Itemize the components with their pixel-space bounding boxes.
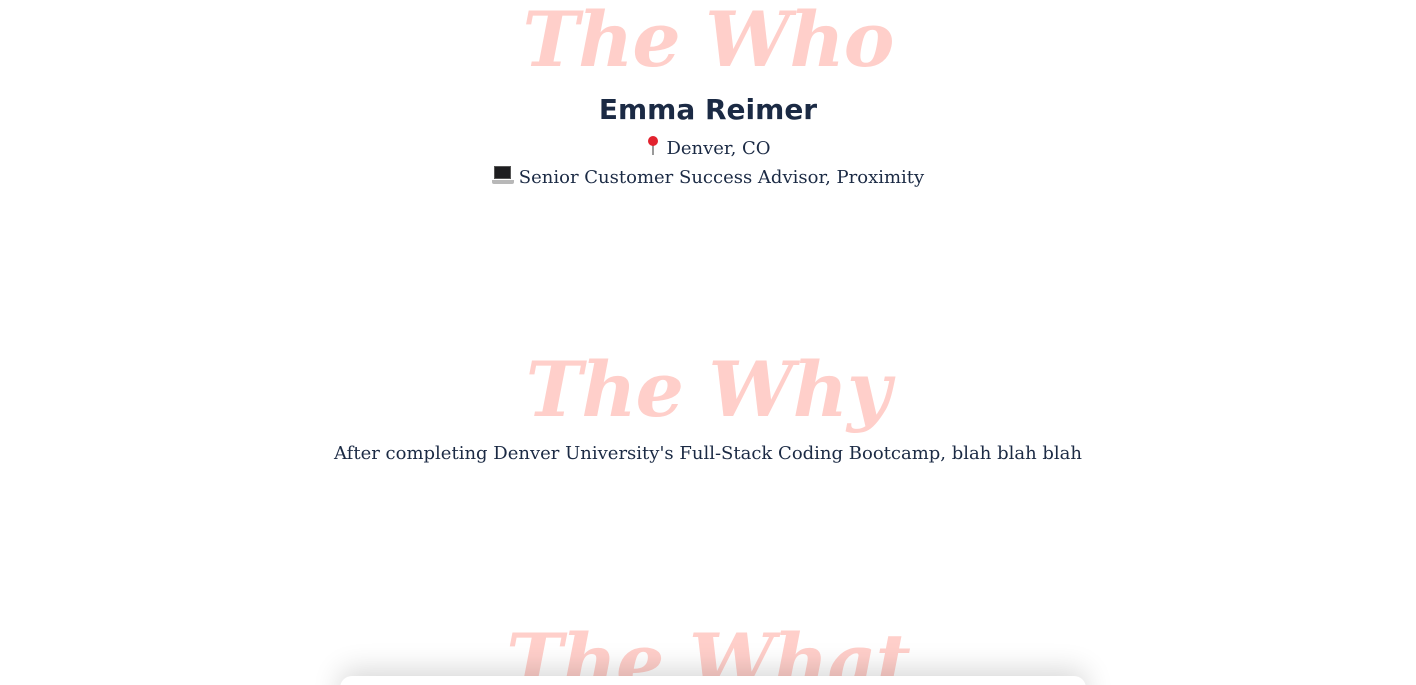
why-paragraph: After completing Denver University's Ful… <box>333 443 1083 464</box>
laptop-icon <box>491 165 514 185</box>
what-content-card <box>340 676 1086 685</box>
job-text: Senior Customer Success Advisor, Proximi… <box>518 167 925 188</box>
person-name: Emma Reimer <box>598 93 818 126</box>
job-line: Senior Customer Success Advisor, Proximi… <box>0 165 1416 190</box>
location-line: Denver, CO <box>0 136 1416 161</box>
location-text: Denver, CO <box>666 138 771 159</box>
the-who-heading: The Who <box>522 0 895 84</box>
round-pushpin-icon <box>645 136 661 156</box>
the-why-heading: The Why <box>525 345 891 434</box>
